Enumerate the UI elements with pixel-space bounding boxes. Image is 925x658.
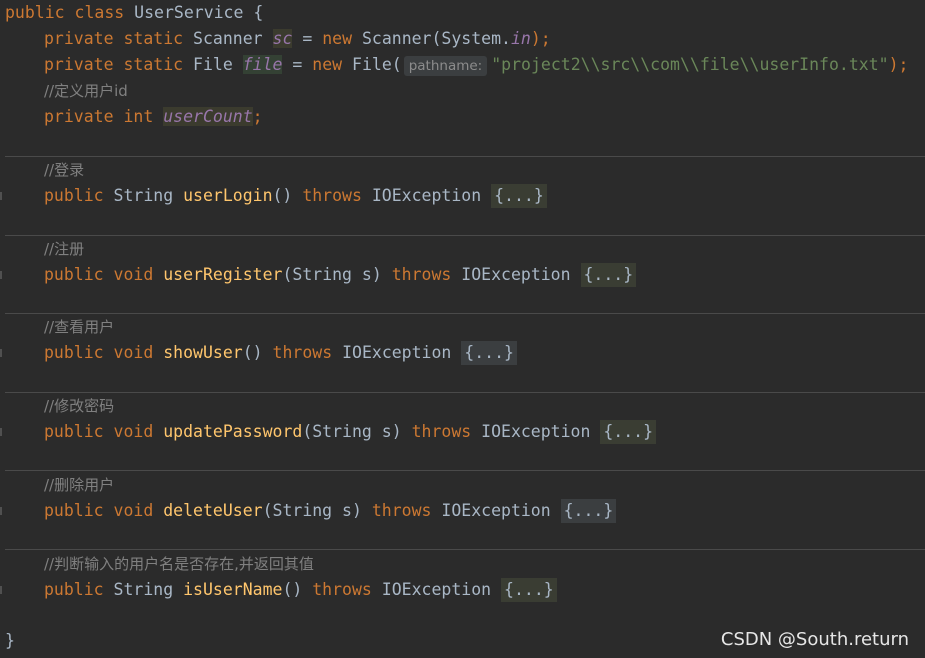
comment: //修改密码 [44,397,115,415]
comment: //注册 [44,240,85,258]
keyword: public [44,343,104,362]
method-separator [5,549,925,550]
string-literal: "project2\\src\\com\\file\\userInfo.txt" [491,55,889,74]
keyword: class [74,3,125,22]
field-name: file [242,55,283,74]
field-count-line[interactable]: private int userCount; [0,104,925,130]
method-comment-line[interactable]: //注册 [0,236,925,262]
method-signature-line[interactable]: public void deleteUser(String s) throws … [0,498,925,524]
keyword: throws [411,422,472,441]
static-field: in [510,29,531,48]
statement-end: ; [252,107,263,126]
return-type: void [113,343,154,362]
method-name: isUserName [183,580,283,599]
keyword: static [123,55,184,74]
method-name: showUser [163,343,243,362]
keyword: public [44,501,104,520]
keyword: new [322,29,353,48]
brace: } [5,631,15,650]
keyword: throws [391,265,452,284]
exception-type: IOException [461,265,571,284]
method-name: userRegister [163,265,283,284]
comment-line[interactable]: //定义用户id [0,78,925,104]
folded-body[interactable]: {...} [580,263,637,287]
keyword: throws [312,580,372,599]
comment: //删除用户 [44,476,115,494]
keyword: throws [371,501,432,520]
brace: { [253,3,264,22]
class-name: UserService [134,3,244,22]
method-signature-line[interactable]: public void userRegister(String s) throw… [0,262,925,288]
exception-type: IOException [342,343,452,362]
watermark: CSDN @South.return [720,629,909,650]
return-type: void [113,422,154,441]
method-params: (String s) [282,265,382,284]
method-signature-line[interactable]: public void updatePassword(String s) thr… [0,419,925,445]
method-comment-line[interactable]: //判断输入的用户名是否存在,并返回其值 [0,551,925,577]
method-signature-line[interactable]: public String userLogin() throws IOExcep… [0,183,925,209]
keyword: public [44,422,104,441]
method-params: (String s) [302,422,402,441]
return-type: String [113,580,174,599]
keyword: int [123,107,154,126]
method-params: () [282,580,303,599]
exception-type: IOException [441,501,551,520]
folded-body[interactable]: {...} [560,499,617,523]
method-params: () [242,343,263,362]
method-comment-line[interactable]: //查看用户 [0,314,925,340]
statement-end: ); [530,29,551,48]
parameter-hint: pathname: [403,55,488,76]
folded-body[interactable]: {...} [461,341,517,365]
folded-body[interactable]: {...} [501,578,557,602]
operator: = [292,55,303,74]
keyword: throws [272,343,333,362]
return-type: void [113,265,154,284]
folded-body[interactable]: {...} [600,420,657,444]
type-name: File [193,55,233,74]
method-comment-line[interactable]: //登录 [0,157,925,183]
keyword: private [44,55,114,74]
return-type: String [113,186,174,205]
method-params: () [272,186,293,205]
keyword: public [44,580,104,599]
method-separator [5,470,925,471]
keyword: private [44,29,114,48]
comment: //定义用户id [44,82,128,100]
code-editor[interactable]: public class UserService { private stati… [0,0,925,658]
comment: //判断输入的用户名是否存在,并返回其值 [44,555,314,573]
class-declaration-line[interactable]: public class UserService { [0,0,925,26]
exception-type: IOException [481,422,591,441]
return-type: void [113,501,154,520]
exception-type: IOException [381,580,492,599]
method-comment-line[interactable]: //修改密码 [0,393,925,419]
keyword: public [44,186,104,205]
field-file-line[interactable]: private static File file = new File(path… [0,52,925,78]
keyword: private [44,107,114,126]
field-scanner-line[interactable]: private static Scanner sc = new Scanner(… [0,26,925,52]
method-params: (String s) [262,501,362,520]
keyword: static [123,29,184,48]
keyword: public [44,265,104,284]
method-signature-line[interactable]: public String isUserName() throws IOExce… [0,577,925,603]
operator: = [302,29,313,48]
exception-type: IOException [371,186,482,205]
method-name: userLogin [183,186,273,205]
keyword: throws [302,186,362,205]
constructor-call: Scanner(System. [361,29,511,48]
folded-body[interactable]: {...} [491,184,547,208]
method-name: updatePassword [163,422,303,441]
field-name: userCount [163,107,253,126]
type-name: Scanner [193,29,263,48]
method-signature-line[interactable]: public void showUser() throws IOExceptio… [0,340,925,366]
constructor-call: File( [352,55,402,74]
comment: //查看用户 [44,318,115,336]
keyword: public [5,3,65,22]
keyword: new [312,55,343,74]
method-comment-line[interactable]: //删除用户 [0,472,925,498]
statement-end: ); [888,55,909,74]
field-name: sc [272,29,293,48]
method-name: deleteUser [163,501,263,520]
comment: //登录 [44,161,85,179]
